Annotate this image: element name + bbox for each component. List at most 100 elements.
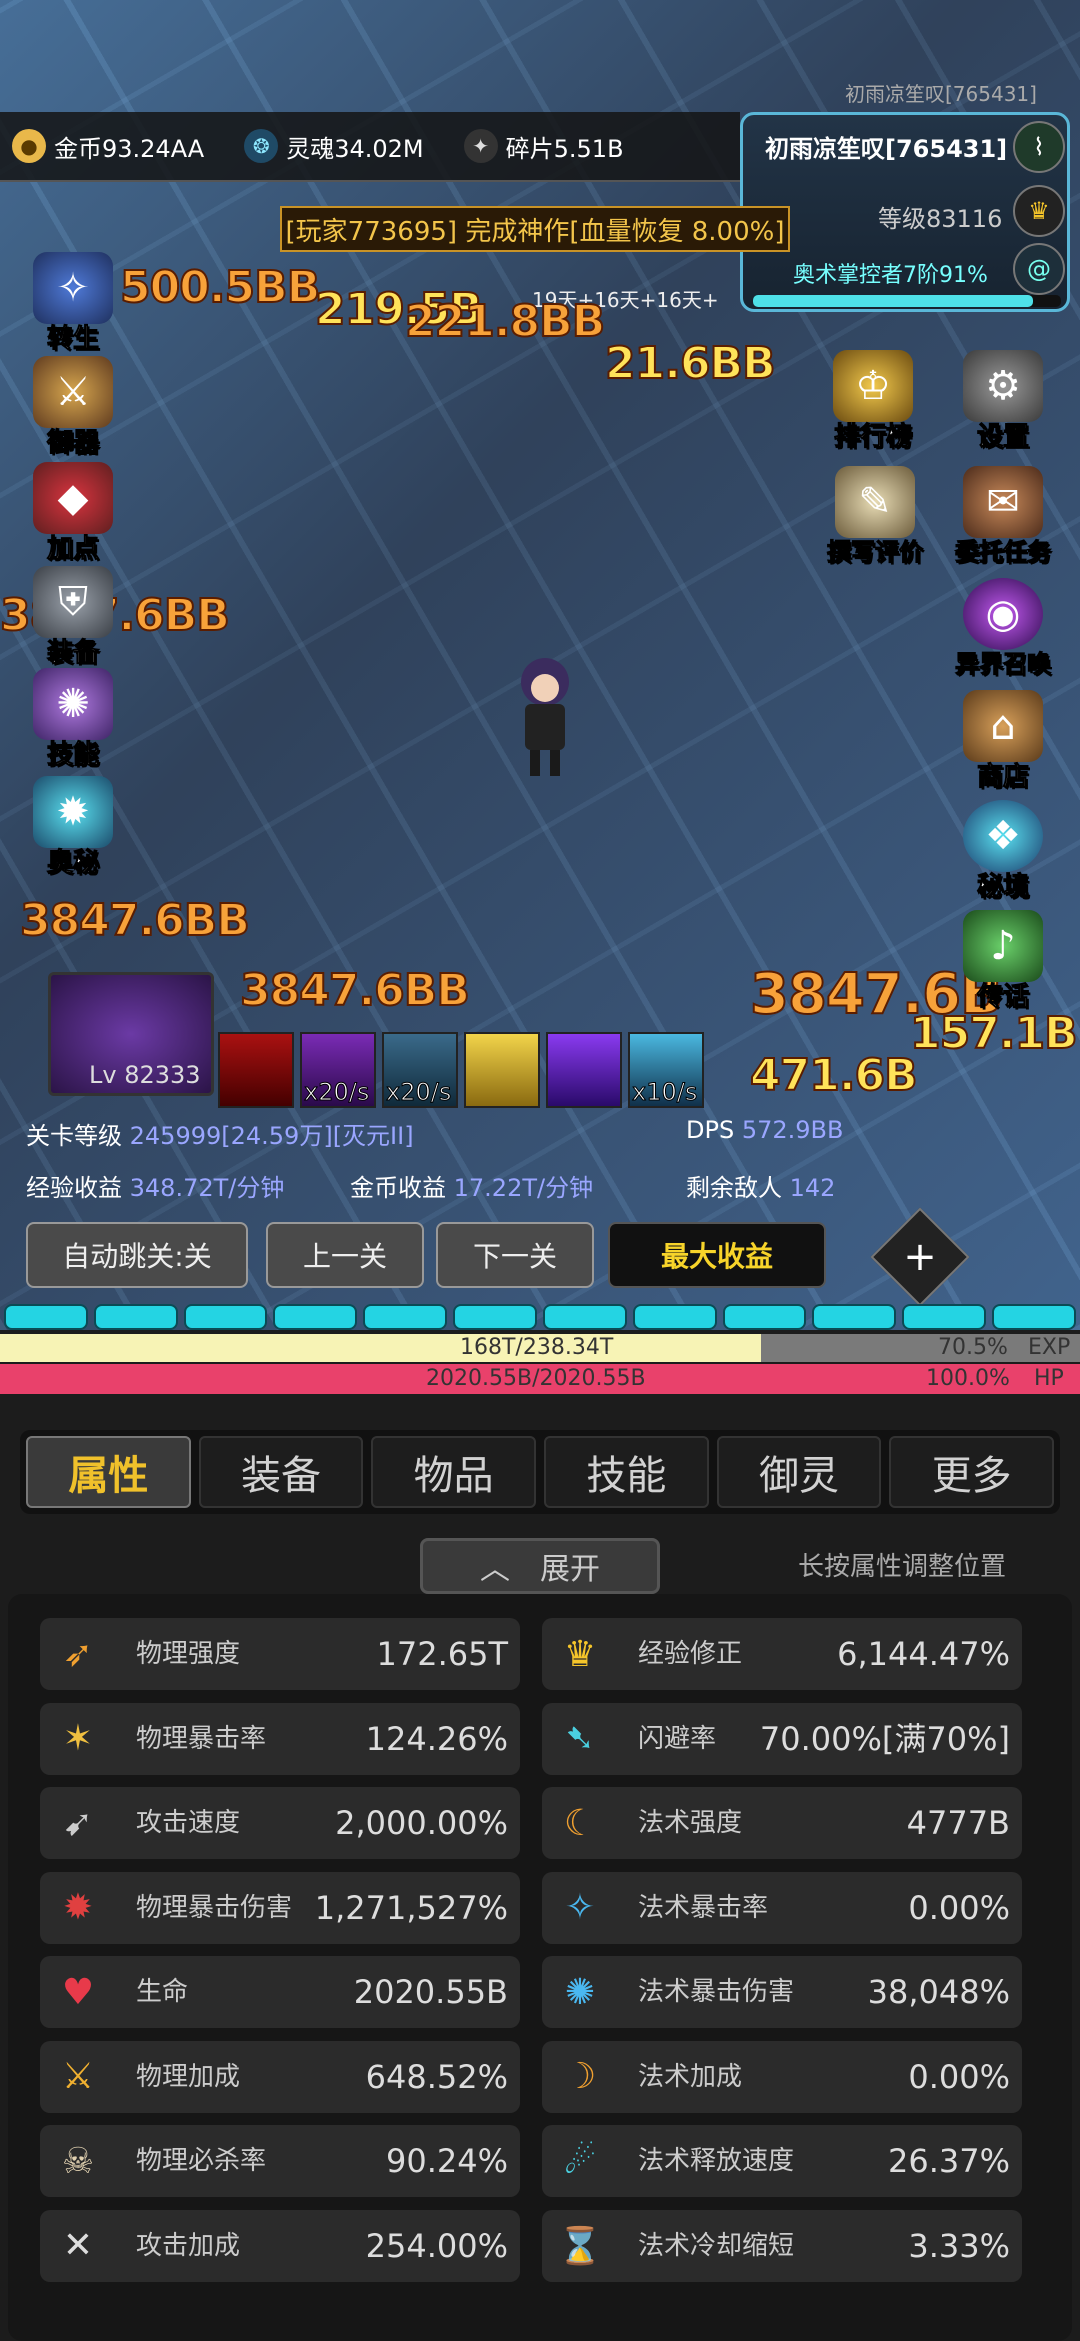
- stat-value: 648.52%: [365, 2057, 508, 2096]
- menu-summon[interactable]: ◉ 异界召唤: [948, 578, 1058, 679]
- stat-name: 攻击加成: [136, 2230, 241, 2261]
- skill-slot[interactable]: x20/s: [382, 1032, 458, 1108]
- expand-button[interactable]: ︿ 展开: [420, 1538, 660, 1594]
- attribute-point-icon: ◆: [33, 462, 113, 534]
- exp-bar-pct: 70.5%: [938, 1335, 1008, 1360]
- skill-slot[interactable]: x20/s: [300, 1032, 376, 1108]
- physical-crit-damage-icon: ✹: [62, 1887, 94, 1928]
- stat-name: 生命: [136, 1977, 189, 2007]
- stat-row[interactable]: ♛ 经验修正 6,144.47%: [542, 1618, 1022, 1690]
- stage-level-value: 245999[24.59万][灭元II]: [129, 1122, 414, 1150]
- menu-secret-realm-label: 秘境: [976, 872, 1029, 903]
- max-income-button[interactable]: 最大收益: [608, 1222, 826, 1288]
- arcana-progress-bar: [753, 295, 1061, 307]
- dps-value: 572.9BB: [741, 1116, 844, 1144]
- stat-name: 物理加成: [136, 2061, 241, 2092]
- tab-attributes[interactable]: 属性: [26, 1436, 191, 1508]
- spell-crit-damage-icon: ✺: [564, 1971, 596, 2013]
- stage-level: 关卡等级 245999[24.59万][灭元II]: [26, 1116, 414, 1151]
- player-level: 等级83116: [878, 205, 1003, 233]
- swirl-icon: @: [1013, 243, 1065, 295]
- plus-button[interactable]: +: [870, 1207, 970, 1307]
- stat-row[interactable]: ➹ 攻击速度 2,000.00%: [40, 1787, 520, 1859]
- bottom-tabs: 属性 装备 物品 技能 御灵 更多: [20, 1430, 1060, 1514]
- stat-row[interactable]: ➷ 闪避率 70.00%[满70%]: [542, 1702, 1022, 1775]
- menu-skill[interactable]: ✺ 技能: [18, 668, 128, 771]
- stat-row[interactable]: ♥ 生命 2020.55B: [40, 1956, 520, 2028]
- shop-icon: ⌂: [963, 690, 1043, 762]
- menu-settings[interactable]: ⚙ 设置: [948, 350, 1058, 453]
- stat-value: 70.00%[满70%]: [759, 1719, 1010, 1758]
- stat-row[interactable]: ⌛ 法术冷却缩短 3.33%: [542, 2209, 1022, 2282]
- equipment-icon: ⛨: [33, 566, 113, 638]
- menu-shop[interactable]: ⌂ 商店: [948, 690, 1058, 793]
- prev-stage-button[interactable]: 上一关: [266, 1222, 424, 1288]
- menu-artifact[interactable]: ⚔ 御器: [18, 356, 128, 459]
- hp-bar: 2020.55B/2020.55B 100.0% HP: [0, 1364, 1080, 1394]
- stat-row[interactable]: ➶ 物理强度 172.65T: [40, 1618, 520, 1690]
- menu-attribute-point[interactable]: ◆ 加点: [18, 462, 128, 565]
- menu-arcane[interactable]: ✹ 奥秘: [18, 776, 128, 879]
- stat-value: 2020.55B: [353, 1973, 508, 2011]
- menu-rebirth[interactable]: ✧ 转生: [18, 252, 128, 355]
- skill-rate: x20/s: [385, 1078, 452, 1107]
- stat-row[interactable]: ⚔ 物理加成 648.52%: [40, 2040, 520, 2113]
- menu-equipment-label: 装备: [46, 638, 99, 669]
- menu-leaderboard-label: 排行榜: [833, 422, 912, 453]
- signal-icon[interactable]: ⌇: [1013, 121, 1065, 173]
- tab-skills[interactable]: 技能: [544, 1436, 709, 1508]
- menu-commission[interactable]: ✉ 委托任务: [948, 466, 1058, 567]
- stat-row[interactable]: ☠ 物理必杀率 90.24%: [40, 2125, 520, 2197]
- enemies-left-value: 142: [789, 1174, 836, 1202]
- stat-name: 物理强度: [136, 1639, 241, 1669]
- stat-value: 90.24%: [385, 2142, 508, 2180]
- stat-row[interactable]: ☄ 法术释放速度 26.37%: [542, 2125, 1022, 2197]
- soul-icon: ❂: [244, 129, 279, 163]
- menu-equipment[interactable]: ⛨ 装备: [18, 566, 128, 669]
- artifact-icon: ⚔: [33, 356, 113, 428]
- leaderboard-icon: ♔: [833, 350, 913, 422]
- stat-row[interactable]: ✕ 攻击加成 254.00%: [40, 2209, 520, 2282]
- settings-icon: ⚙: [963, 350, 1043, 422]
- next-stage-button[interactable]: 下一关: [436, 1222, 594, 1288]
- gold-income: 金币收益 17.22T/分钟: [350, 1168, 593, 1203]
- menu-attribute-point-label: 加点: [46, 534, 99, 565]
- chevron-up-icon: ︿: [480, 1552, 510, 1587]
- skill-slot[interactable]: [464, 1032, 540, 1108]
- skill-scroll-icon: ✺: [33, 668, 113, 740]
- menu-review[interactable]: ✎ 撰写评价: [820, 466, 930, 567]
- stats-panel: ➶ 物理强度 172.65T ✶ 物理暴击率 124.26% ➹ 攻击速度 2,000.00% ✹…: [8, 1594, 1072, 2341]
- pet-portrait[interactable]: Lv 82333: [48, 972, 214, 1096]
- stat-row[interactable]: ☾ 法术强度 4777B: [542, 1787, 1022, 1859]
- skill-slot[interactable]: [546, 1032, 622, 1108]
- stat-row[interactable]: ✧ 法术暴击率 0.00%: [542, 1871, 1022, 1944]
- tab-spirits[interactable]: 御灵: [716, 1436, 882, 1508]
- skill-slot[interactable]: [218, 1032, 294, 1108]
- auto-skip-button[interactable]: 自动跳关:关: [26, 1222, 248, 1288]
- exp-income-label: 经验收益: [26, 1174, 122, 1202]
- stat-row[interactable]: ✹ 物理暴击伤害 1,271,527%: [40, 1871, 520, 1944]
- system-announcement: [玩家773695] 完成神作[血量恢复 8.00%]: [280, 206, 790, 252]
- gold-income-label: 金币收益: [350, 1174, 446, 1202]
- stat-row[interactable]: ✶ 物理暴击率 124.26%: [40, 1702, 520, 1775]
- stat-row[interactable]: ☽ 法术加成 0.00%: [542, 2040, 1022, 2113]
- stat-value: 2,000.00%: [335, 1804, 508, 1842]
- rebirth-icon: ✧: [33, 252, 113, 324]
- resource-shard: ✦ 碎片5.51B: [463, 129, 624, 164]
- stat-value: 172.65T: [376, 1635, 508, 1673]
- menu-secret-realm[interactable]: ❖ 秘境: [948, 800, 1058, 903]
- tab-items[interactable]: 物品: [371, 1436, 537, 1508]
- menu-leaderboard[interactable]: ♔ 排行榜: [818, 350, 928, 453]
- crown-icon: ♛: [1013, 185, 1065, 237]
- physical-power-icon: ➶: [62, 1633, 94, 1675]
- menu-teleport[interactable]: ♪ 传话: [948, 910, 1058, 1013]
- teleport-horn-icon: ♪: [963, 910, 1043, 982]
- tab-more[interactable]: 更多: [889, 1436, 1055, 1508]
- gold-coin-icon: ●: [12, 129, 46, 163]
- tab-equipment[interactable]: 装备: [198, 1436, 364, 1508]
- menu-commission-label: 委托任务: [955, 538, 1052, 567]
- skill-rate: x20/s: [303, 1078, 370, 1107]
- stat-name: 物理暴击率: [136, 1723, 267, 1754]
- skill-slot[interactable]: x10/s: [628, 1032, 704, 1108]
- stat-row[interactable]: ✺ 法术暴击伤害 38,048%: [542, 1956, 1022, 2028]
